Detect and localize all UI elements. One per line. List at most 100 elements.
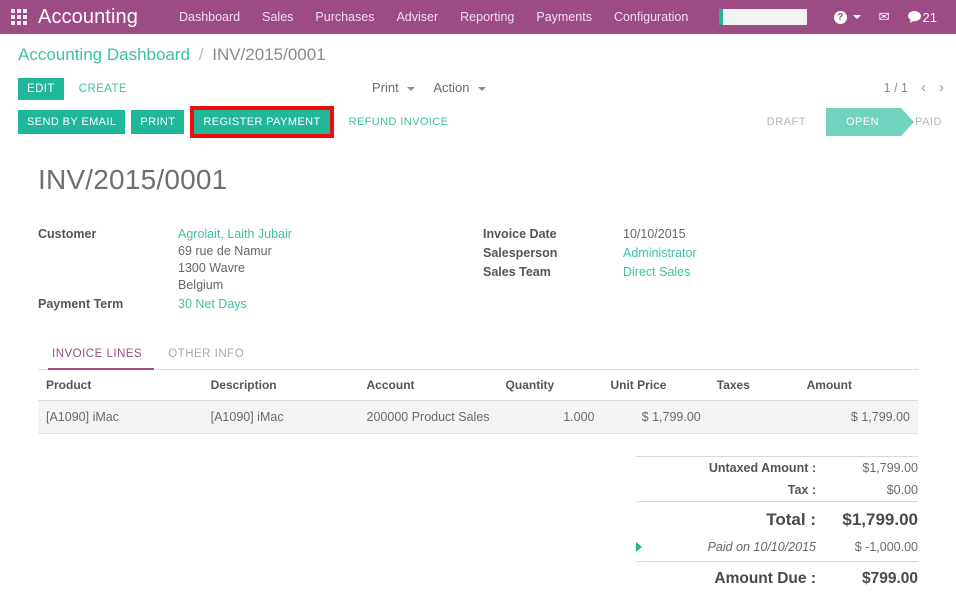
chat-bubble-icon xyxy=(907,11,921,23)
page-title: INV/2015/0001 xyxy=(38,164,228,195)
totals-total-row: Total : $1,799.00 xyxy=(636,501,918,536)
status-bar: DRAFT OPEN PAID xyxy=(753,104,956,140)
form-action-bar: SEND BY EMAIL PRINT REGISTER PAYMENT REF… xyxy=(0,104,956,140)
invoice-lines-head: Product Description Account Quantity Uni… xyxy=(38,370,918,401)
action-dropdown[interactable]: Action xyxy=(433,80,487,95)
edit-button[interactable]: EDIT xyxy=(18,78,64,100)
payment-value: $ -1,000.00 xyxy=(854,540,918,554)
totals-payment-row: Paid on 10/10/2015 $ -1,000.00 xyxy=(636,536,918,561)
breadcrumb-separator: / xyxy=(198,45,204,64)
untaxed-amount-value: $1,799.00 xyxy=(862,461,918,475)
refund-invoice-button[interactable]: REFUND INVOICE xyxy=(340,110,458,134)
menu-item-dashboard[interactable]: Dashboard xyxy=(168,5,251,29)
salesperson-value[interactable]: Administrator xyxy=(623,245,697,262)
totals-untaxed-row: Untaxed Amount : $1,799.00 xyxy=(636,457,918,479)
payment-label[interactable]: Paid on 10/10/2015 xyxy=(650,540,832,554)
invoice-lines-body: [A1090] iMac [A1090] iMac 200000 Product… xyxy=(38,400,918,434)
notebook-tabs: INVOICE LINES OTHER INFO xyxy=(38,341,918,370)
control-panel: EDIT CREATE Print Action 1 / 1 ‹ › xyxy=(0,74,956,104)
create-button[interactable]: CREATE xyxy=(70,78,136,100)
help-menu-button[interactable]: ? xyxy=(825,10,870,24)
field-payment-term-label: Payment Term xyxy=(38,297,124,311)
field-customer-value-group: Agrolait, Laith Jubair 69 rue de Namur 1… xyxy=(178,226,292,294)
field-invoice-date: Invoice Date 10/10/2015 xyxy=(483,226,918,243)
invoice-lines-table: Product Description Account Quantity Uni… xyxy=(38,370,918,434)
customer-address-line-2: 1300 Wavre xyxy=(178,261,245,275)
header-fields-right: Invoice Date 10/10/2015 Salesperson Admi… xyxy=(483,226,918,315)
menu-item-sales[interactable]: Sales xyxy=(251,5,304,29)
cell-quantity[interactable]: 1.000 xyxy=(497,400,603,434)
field-payment-term: Payment Term 30 Net Days xyxy=(38,296,483,313)
record-pager: 1 / 1 ‹ › xyxy=(884,79,944,96)
messages-count: 21 xyxy=(922,9,937,25)
apps-grid-icon[interactable] xyxy=(8,6,30,28)
table-header-row: Product Description Account Quantity Uni… xyxy=(38,370,918,401)
register-payment-highlight: REGISTER PAYMENT xyxy=(190,106,334,138)
status-open[interactable]: OPEN xyxy=(812,108,915,136)
sales-team-value[interactable]: Direct Sales xyxy=(623,264,690,281)
navbar-search-input[interactable] xyxy=(718,9,807,25)
chevron-down-icon xyxy=(407,86,416,91)
totals-section: Untaxed Amount : $1,799.00 Tax : $0.00 T… xyxy=(0,434,956,592)
totals-box: Untaxed Amount : $1,799.00 Tax : $0.00 T… xyxy=(636,456,918,592)
field-sales-team: Sales Team Direct Sales xyxy=(483,264,918,281)
customer-name-link[interactable]: Agrolait, Laith Jubair xyxy=(178,226,292,243)
mail-icon[interactable]: ✉ xyxy=(870,9,899,25)
field-invoice-date-label: Invoice Date xyxy=(483,227,557,241)
print-dropdown-label: Print xyxy=(372,80,399,95)
menu-item-reporting[interactable]: Reporting xyxy=(449,5,525,29)
column-header-unit-price: Unit Price xyxy=(602,370,709,401)
breadcrumb-current: INV/2015/0001 xyxy=(212,45,326,64)
form-sheet: INV/2015/0001 Customer Agrolait, Laith J… xyxy=(0,140,956,315)
customer-address-line-3: Belgium xyxy=(178,278,224,292)
navbar-right-tools: ? ✉ 21 xyxy=(718,9,946,25)
header-fields: Customer Agrolait, Laith Jubair 69 rue d… xyxy=(38,226,918,315)
cell-description[interactable]: [A1090] iMac xyxy=(202,400,359,434)
menu-item-purchases[interactable]: Purchases xyxy=(304,5,385,29)
cell-amount[interactable]: $ 1,799.00 xyxy=(798,400,918,434)
breadcrumb: Accounting Dashboard / INV/2015/0001 xyxy=(0,34,956,65)
pager-next-icon[interactable]: › xyxy=(939,79,944,96)
amount-due-label: Amount Due : xyxy=(714,570,816,587)
send-by-email-button[interactable]: SEND BY EMAIL xyxy=(18,110,126,134)
cell-unit-price[interactable]: $ 1,799.00 xyxy=(602,400,709,434)
field-salesperson: Salesperson Administrator xyxy=(483,245,918,262)
tab-invoice-lines[interactable]: INVOICE LINES xyxy=(48,341,155,370)
control-panel-dropdowns: Print Action xyxy=(372,80,487,95)
notebook: INVOICE LINES OTHER INFO Product Descrip… xyxy=(0,341,956,434)
expand-caret-icon[interactable] xyxy=(636,542,642,552)
help-icon: ? xyxy=(833,10,847,24)
chevron-down-icon xyxy=(478,86,487,91)
field-customer-label: Customer xyxy=(38,227,97,241)
tab-other-info[interactable]: OTHER INFO xyxy=(164,341,256,369)
action-dropdown-label: Action xyxy=(433,80,470,95)
breadcrumb-parent[interactable]: Accounting Dashboard xyxy=(18,45,190,64)
print-dropdown[interactable]: Print xyxy=(372,80,416,95)
cell-taxes[interactable] xyxy=(708,400,799,434)
chevron-down-icon xyxy=(852,15,861,19)
amount-due-value: $799.00 xyxy=(861,570,918,587)
customer-address-line-1: 69 rue de Namur xyxy=(178,244,272,258)
table-row[interactable]: [A1090] iMac [A1090] iMac 200000 Product… xyxy=(38,400,918,434)
print-button[interactable]: PRINT xyxy=(131,110,185,134)
field-salesperson-label: Salesperson xyxy=(483,246,558,260)
menu-item-payments[interactable]: Payments xyxy=(525,5,603,29)
menu-item-configuration[interactable]: Configuration xyxy=(603,5,699,29)
header-fields-left: Customer Agrolait, Laith Jubair 69 rue d… xyxy=(38,226,483,315)
column-header-amount: Amount xyxy=(798,370,918,401)
column-header-account: Account xyxy=(358,370,498,401)
register-payment-button[interactable]: REGISTER PAYMENT xyxy=(194,110,330,134)
pager-previous-icon[interactable]: ‹ xyxy=(921,79,926,96)
messages-button[interactable]: 21 xyxy=(899,10,946,25)
payment-term-value[interactable]: 30 Net Days xyxy=(178,296,247,313)
main-menu: Dashboard Sales Purchases Adviser Report… xyxy=(168,5,719,29)
tax-label: Tax : xyxy=(787,483,816,497)
menu-item-adviser[interactable]: Adviser xyxy=(385,5,449,29)
status-paid[interactable]: PAID xyxy=(901,108,956,136)
status-draft[interactable]: DRAFT xyxy=(753,108,820,136)
app-brand-title[interactable]: Accounting xyxy=(38,6,138,29)
cell-account[interactable]: 200000 Product Sales xyxy=(358,400,498,434)
cell-product[interactable]: [A1090] iMac xyxy=(38,400,203,434)
top-navbar: Accounting Dashboard Sales Purchases Adv… xyxy=(0,0,956,34)
field-customer: Customer Agrolait, Laith Jubair 69 rue d… xyxy=(38,226,483,294)
